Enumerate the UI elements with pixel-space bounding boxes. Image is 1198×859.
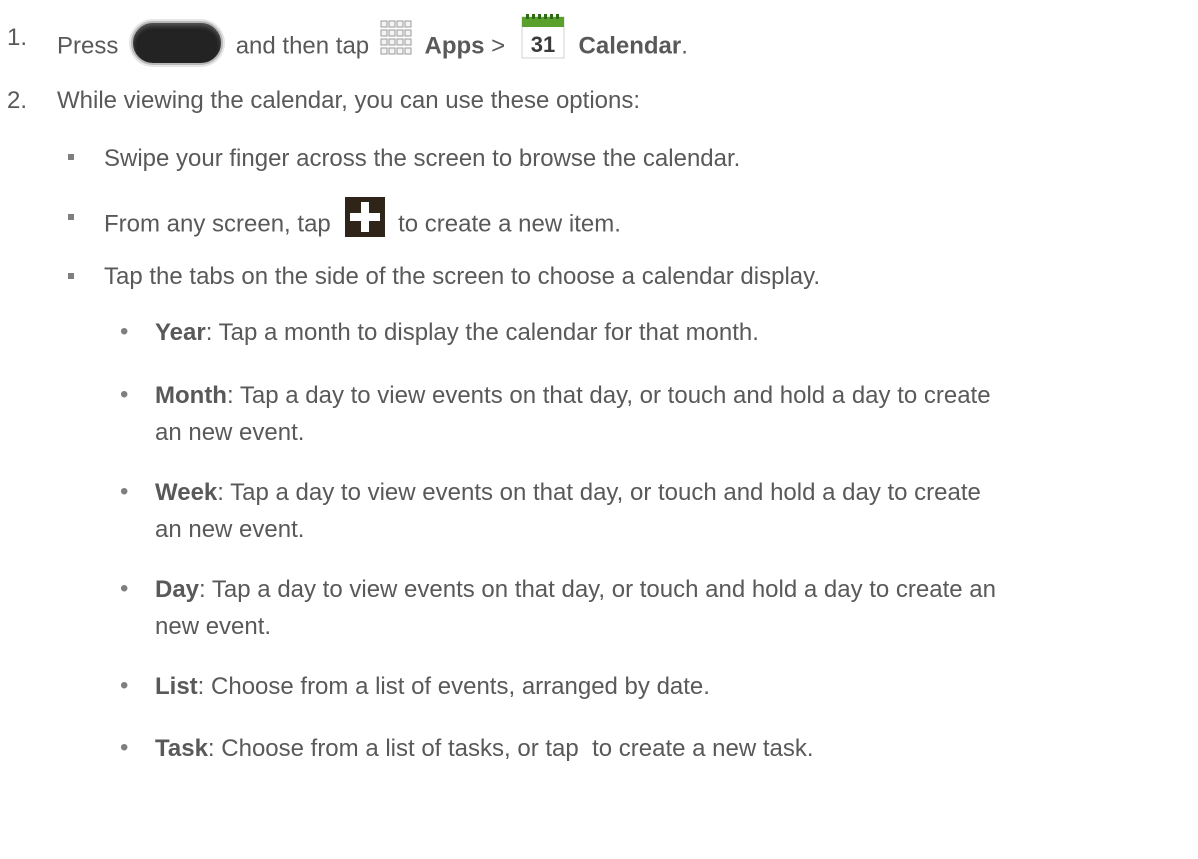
round-bullet: • — [120, 734, 129, 761]
step-1-text: Press and then tap Apps > 31 Calendar. — [57, 14, 688, 70]
round-bullet: • — [120, 478, 129, 505]
view-day: Day: Tap a day to view events on that da… — [155, 576, 996, 640]
step-number: 1. — [7, 24, 28, 51]
square-bullet — [68, 273, 74, 279]
home-key-icon — [131, 21, 224, 65]
step-2-text: While viewing the calendar, you can use … — [57, 87, 641, 114]
view-month: Month: Tap a day to view events on that … — [155, 382, 991, 446]
round-bullet: • — [120, 672, 129, 699]
round-bullet: • — [120, 575, 129, 602]
calendar-icon: 31 — [520, 14, 566, 60]
round-bullet: • — [120, 381, 129, 408]
apps-grid-icon — [380, 20, 414, 58]
view-task: Task: Choose from a list of tasks, or ta… — [155, 735, 814, 762]
calendar-icon-day: 31 — [531, 32, 555, 57]
option-swipe: Swipe your finger across the screen to b… — [104, 145, 741, 172]
view-year: Year: Tap a month to display the calenda… — [155, 319, 759, 346]
option-tabs: Tap the tabs on the side of the screen t… — [104, 263, 821, 290]
calendar-label: Calendar — [578, 32, 682, 60]
view-week: Week: Tap a day to view events on that d… — [155, 479, 981, 543]
add-icon — [345, 197, 386, 237]
round-bullet: • — [120, 318, 129, 345]
step-number: 2. — [7, 87, 28, 114]
apps-label: Apps — [424, 32, 485, 60]
view-list: List: Choose from a list of events, arra… — [155, 673, 710, 700]
option-add: From any screen, tap to create a new ite… — [104, 197, 621, 245]
square-bullet — [68, 214, 74, 220]
square-bullet — [68, 154, 74, 160]
